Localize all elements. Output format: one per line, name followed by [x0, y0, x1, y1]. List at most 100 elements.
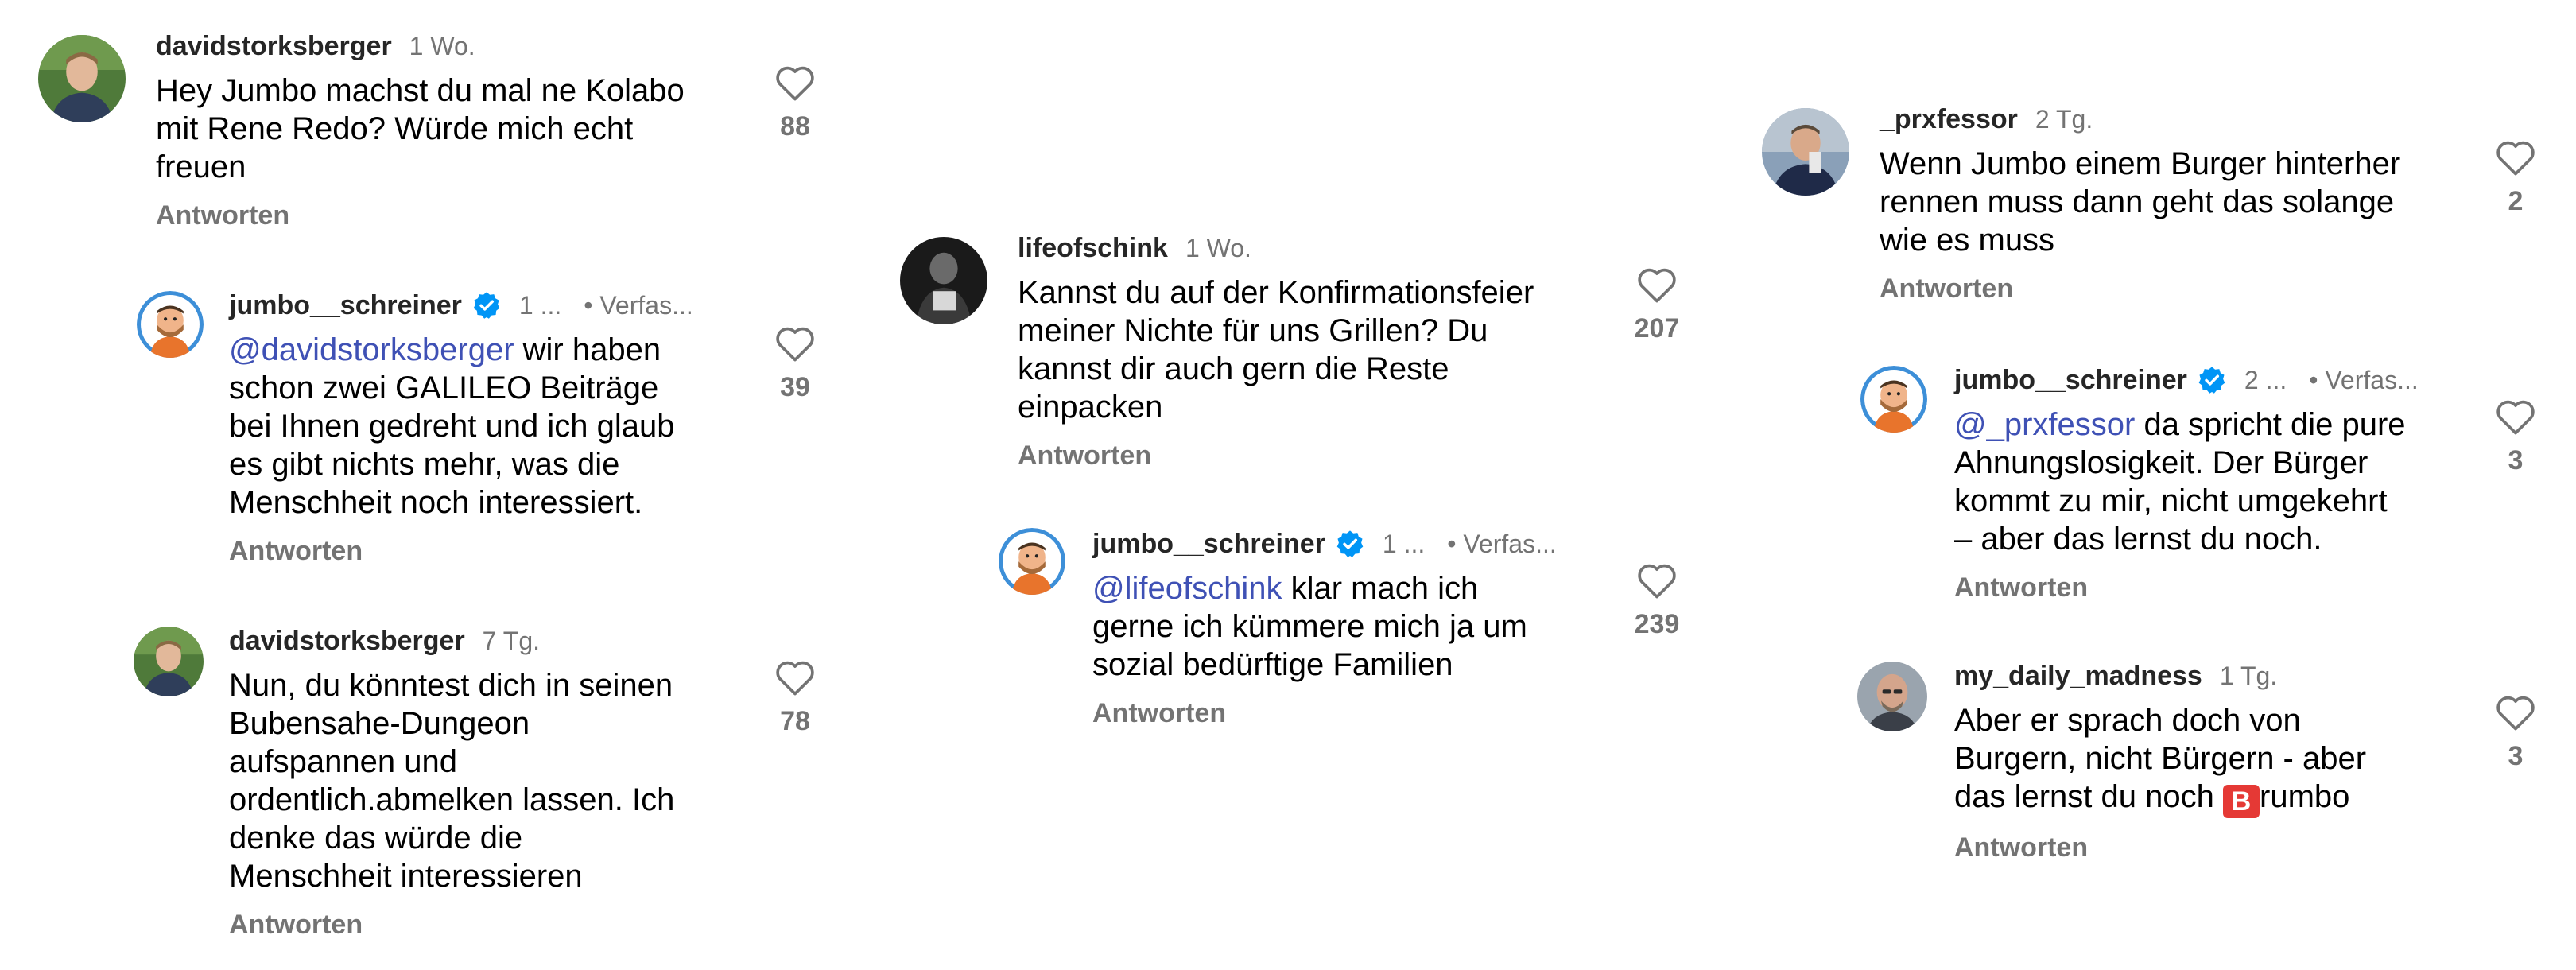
comment-meta: _prxfessor 2 Tg.: [1880, 102, 2484, 137]
username[interactable]: my_daily_madness: [1954, 661, 2202, 692]
text-line: gerne ich kümmere mich ja um: [1092, 609, 1527, 644]
text-line: Menschheit noch interessiert.: [229, 485, 643, 520]
reply-button[interactable]: Antworten: [1018, 440, 1622, 471]
username[interactable]: _prxfessor: [1880, 104, 2018, 135]
black-white-photo-icon: [900, 237, 987, 324]
timestamp[interactable]: 1 ...: [1383, 530, 1425, 559]
profile-photo-young-man-icon: [134, 627, 204, 696]
text-line: schon zwei GALILEO Beiträge: [229, 371, 659, 405]
heart-icon[interactable]: [1636, 561, 1678, 599]
reply-button[interactable]: Antworten: [1880, 274, 2484, 305]
verified-badge-icon: [2197, 365, 2227, 395]
comment-body: lifeofschink 1 Wo. Kannst du auf der Kon…: [1018, 231, 1622, 471]
avatar[interactable]: [900, 237, 987, 324]
like-count: 39: [780, 372, 810, 402]
comment-body: jumbo__schreiner 1 ... • Verfas... @life…: [1092, 526, 1601, 729]
text-line: @_prxfessor da spricht die pure: [1954, 405, 2463, 444]
timestamp[interactable]: 1 Wo.: [1185, 234, 1251, 263]
comment-meta: lifeofschink 1 Wo.: [1018, 231, 1622, 266]
like-control: 207: [1625, 266, 1689, 344]
text-segment: klar mach ich: [1282, 571, 1479, 606]
timestamp[interactable]: 1 Tg.: [2220, 662, 2277, 691]
text-line: einpacken: [1018, 390, 1163, 425]
avatar[interactable]: [38, 35, 126, 122]
comment-text: Hey Jumbo machst du mal ne Kolabo mit Re…: [156, 72, 760, 186]
comment-meta: jumbo__schreiner 2 ... • Verfas...: [1954, 363, 2463, 398]
cartoon-chef-avatar-icon: [137, 291, 204, 358]
text-line: bei Ihnen gedreht und ich glaub: [229, 409, 675, 444]
text-line: mit Rene Redo? Würde mich echt: [156, 111, 634, 146]
cartoon-chef-avatar-icon: [999, 528, 1065, 595]
like-control: 3: [2484, 693, 2547, 772]
text-segment: das lernst du noch: [1954, 779, 2223, 814]
avatar[interactable]: [1857, 662, 1927, 731]
heart-icon[interactable]: [774, 658, 816, 696]
like-control: 239: [1625, 561, 1689, 640]
timestamp[interactable]: 2 Tg.: [2035, 105, 2093, 134]
text-line: aufspannen und: [229, 744, 457, 779]
verified-badge-icon: [471, 290, 502, 320]
heart-icon[interactable]: [774, 324, 816, 363]
heart-icon[interactable]: [2495, 138, 2536, 177]
mention-link[interactable]: @lifeofschink: [1092, 571, 1282, 606]
reply-button[interactable]: Antworten: [229, 910, 738, 941]
reply-button[interactable]: Antworten: [1954, 572, 2463, 603]
timestamp[interactable]: 1 ...: [519, 291, 561, 320]
username[interactable]: jumbo__schreiner: [229, 290, 462, 321]
avatar[interactable]: [999, 528, 1065, 595]
reply-button[interactable]: Antworten: [1954, 832, 2463, 863]
author-label: • Verfas...: [1447, 529, 1557, 558]
profile-photo-man-suit-icon: [1762, 108, 1849, 196]
text-line: kannst dir auch gern die Reste: [1018, 351, 1449, 386]
timestamp[interactable]: 1 Wo.: [409, 32, 475, 61]
comment-body: davidstorksberger 1 Wo. Hey Jumbo machst…: [156, 29, 760, 231]
text-line: Ahnungslosigkeit. Der Bürger: [1954, 445, 2368, 480]
avatar[interactable]: [134, 627, 204, 696]
text-line: Hey Jumbo machst du mal ne Kolabo: [156, 73, 685, 108]
username[interactable]: jumbo__schreiner: [1092, 529, 1325, 560]
reply-button[interactable]: Antworten: [156, 200, 760, 231]
text-line: Nun, du könntest dich in seinen: [229, 668, 673, 703]
comment-meta: my_daily_madness 1 Tg.: [1954, 658, 2463, 693]
like-control: 39: [763, 324, 827, 403]
text-line: Bubensahe-Dungeon: [229, 706, 530, 741]
avatar[interactable]: [1860, 366, 1927, 433]
mention-link[interactable]: @davidstorksberger: [229, 332, 514, 367]
mention-link[interactable]: @_prxfessor: [1954, 407, 2135, 442]
text-line: das lernst du noch Brumbo: [1954, 778, 2463, 818]
author-label: • Verfas...: [2309, 365, 2419, 394]
reply-button[interactable]: Antworten: [229, 536, 738, 567]
heart-icon[interactable]: [1636, 266, 1678, 304]
b-button-emoji-icon: B: [2223, 785, 2260, 818]
timestamp[interactable]: 2 ...: [2244, 366, 2287, 395]
like-count: 2: [2508, 186, 2524, 216]
like-control: 88: [763, 64, 827, 142]
avatar[interactable]: [1762, 108, 1849, 196]
text-line: @lifeofschink klar mach ich: [1092, 569, 1601, 607]
username[interactable]: lifeofschink: [1018, 233, 1168, 264]
text-segment: wir haben: [514, 332, 661, 367]
comment-meta: davidstorksberger 1 Wo.: [156, 29, 760, 64]
heart-icon[interactable]: [2495, 693, 2536, 731]
username[interactable]: davidstorksberger: [156, 31, 392, 62]
text-line: sozial bedürftige Familien: [1092, 647, 1453, 682]
comment-body: my_daily_madness 1 Tg. Aber er sprach do…: [1954, 658, 2463, 863]
like-control: 78: [763, 658, 827, 737]
avatar[interactable]: [137, 291, 204, 358]
reply-button[interactable]: Antworten: [1092, 698, 1601, 729]
comment-text: Kannst du auf der Konfirmationsfeier mei…: [1018, 274, 1622, 426]
text-line: ordentlich.abmelken lassen. Ich: [229, 782, 675, 817]
heart-icon[interactable]: [2495, 398, 2536, 436]
comment-text: Wenn Jumbo einem Burger hinterher rennen…: [1880, 145, 2484, 259]
comment-body: _prxfessor 2 Tg. Wenn Jumbo einem Burger…: [1880, 102, 2484, 305]
comment-meta: davidstorksberger 7 Tg.: [229, 623, 738, 658]
comment-text: Aber er sprach doch von Burgern, nicht B…: [1954, 701, 2463, 818]
heart-icon[interactable]: [774, 64, 816, 102]
timestamp[interactable]: 7 Tg.: [483, 627, 540, 656]
username[interactable]: davidstorksberger: [229, 626, 465, 657]
text-line: meiner Nichte für uns Grillen? Du: [1018, 313, 1488, 348]
comment-body: davidstorksberger 7 Tg. Nun, du könntest…: [229, 623, 738, 941]
like-count: 78: [780, 706, 810, 736]
comment-body: jumbo__schreiner 1 ... • Verfas... @davi…: [229, 288, 738, 567]
username[interactable]: jumbo__schreiner: [1954, 365, 2187, 396]
